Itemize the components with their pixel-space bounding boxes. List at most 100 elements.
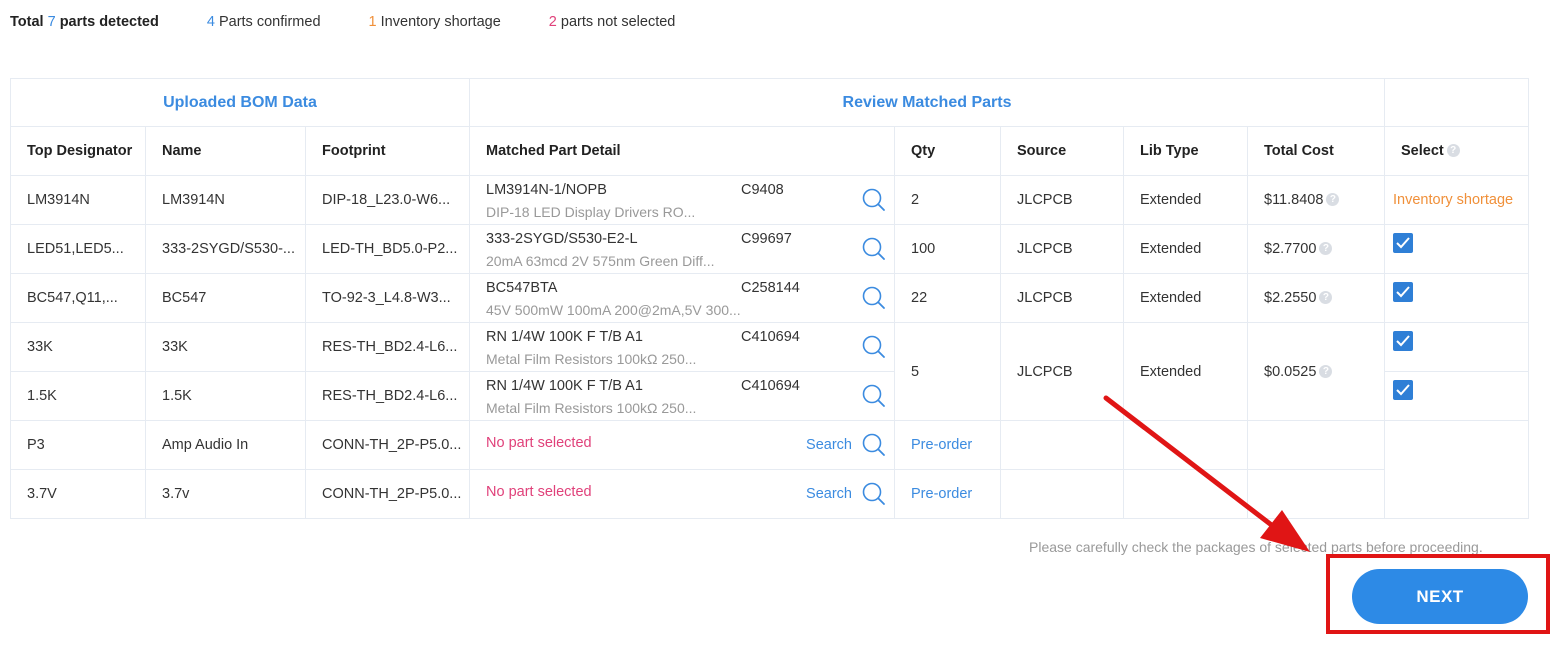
select-checkbox[interactable] <box>1393 380 1413 400</box>
qty-cell: 5 <box>894 322 1001 421</box>
total-prefix: Total <box>10 14 44 30</box>
search-link[interactable]: Search <box>806 486 852 502</box>
part-code: C258144 <box>741 280 800 296</box>
select-cell <box>1384 420 1529 519</box>
total-cost-cell: $2.2550? <box>1247 273 1385 323</box>
no-part-selected-label: No part selected <box>486 435 592 451</box>
lib-type-cell: Extended <box>1123 224 1248 274</box>
empty-group-header <box>1384 78 1529 127</box>
help-icon[interactable]: ? <box>1326 193 1340 206</box>
table-row: LED51,LED5... 333-2SYGD/S530-... LED-TH_… <box>10 224 1529 274</box>
designator-cell: 3.7V <box>10 469 146 519</box>
part-number: RN 1/4W 100K F T/B A1 <box>486 378 643 394</box>
matched-part-cell: No part selected Search <box>469 420 895 470</box>
designator-cell: 33K <box>10 322 146 372</box>
total-cost-value: $11.8408 <box>1264 192 1324 208</box>
select-cell <box>1384 273 1529 323</box>
footprint-cell: DIP-18_L23.0-W6... <box>305 175 470 225</box>
part-number: 333-2SYGD/S530-E2-L <box>486 231 638 247</box>
inventory-shortage-label: Inventory shortage <box>1393 192 1514 208</box>
total-cost-cell: $2.7700? <box>1247 224 1385 274</box>
designator-cell: 1.5K <box>10 371 146 421</box>
source-cell: JLCPCB <box>1000 273 1124 323</box>
total-cost-value: $2.7700 <box>1264 241 1317 257</box>
col-top-designator: Top Designator <box>10 126 146 176</box>
not-selected-count: 2 <box>548 14 557 30</box>
help-icon[interactable]: ? <box>1319 364 1333 378</box>
select-cell: Inventory shortage <box>1384 175 1529 225</box>
help-icon[interactable]: ? <box>1319 242 1333 255</box>
designator-cell: BC547,Q11,... <box>10 273 146 323</box>
qty-cell: 22 <box>894 273 1001 323</box>
part-code: C99697 <box>741 231 792 247</box>
name-cell: 33K <box>145 322 306 372</box>
part-number: LM3914N-1/NOPB <box>486 182 607 198</box>
name-cell: BC547 <box>145 273 306 323</box>
search-icon[interactable] <box>862 286 886 314</box>
total-suffix: parts detected <box>59 14 159 30</box>
part-description: DIP-18 LED Display Drivers RO... <box>486 204 696 220</box>
select-cell <box>1384 371 1529 421</box>
col-footprint: Footprint <box>305 126 470 176</box>
pre-order-link[interactable]: Pre-order <box>911 437 972 453</box>
annotation-arrow-icon <box>1103 395 1310 552</box>
source-cell: JLCPCB <box>1000 175 1124 225</box>
column-header-row: Top Designator Name Footprint Matched Pa… <box>10 126 1529 176</box>
qty-cell: 100 <box>894 224 1001 274</box>
search-icon[interactable] <box>862 384 886 412</box>
table-row: 33K 33K RES-TH_BD2.4-L6... RN 1/4W 100K … <box>10 322 1529 421</box>
part-description: Metal Film Resistors 100kΩ 250... <box>486 400 697 416</box>
name-cell: 3.7v <box>145 469 306 519</box>
total-cost-cell: $11.8408? <box>1247 175 1385 225</box>
select-checkbox[interactable] <box>1393 331 1413 351</box>
search-icon[interactable] <box>862 482 886 510</box>
name-cell: 333-2SYGD/S530-... <box>145 224 306 274</box>
designator-cell: P3 <box>10 420 146 470</box>
select-cell <box>1384 322 1529 372</box>
not-selected-summary: 2 parts not selected <box>549 14 676 30</box>
col-select: Select? <box>1384 126 1529 176</box>
lib-type-cell: Extended <box>1123 273 1248 323</box>
search-icon[interactable] <box>862 188 886 216</box>
search-icon[interactable] <box>862 433 886 461</box>
name-cell: LM3914N <box>145 175 306 225</box>
total-cost-value: $2.2550 <box>1264 290 1317 306</box>
matched-part-cell: BC547BTA C258144 45V 500mW 100mA 200@2mA… <box>469 273 895 323</box>
col-source: Source <box>1000 126 1124 176</box>
pre-order-link[interactable]: Pre-order <box>911 486 972 502</box>
part-code: C410694 <box>741 378 800 394</box>
footprint-cell: TO-92-3_L4.8-W3... <box>305 273 470 323</box>
part-code: C410694 <box>741 329 800 345</box>
col-matched-part-detail: Matched Part Detail <box>469 126 895 176</box>
matched-part-cell: 333-2SYGD/S530-E2-L C99697 20mA 63mcd 2V… <box>469 224 895 274</box>
part-description: 20mA 63mcd 2V 575nm Green Diff... <box>486 253 715 269</box>
footprint-cell: CONN-TH_2P-P5.0... <box>305 469 470 519</box>
qty-cell: Pre-order <box>894 420 1001 470</box>
part-description: Metal Film Resistors 100kΩ 250... <box>486 351 697 367</box>
search-icon[interactable] <box>862 335 886 363</box>
designator-cell: LED51,LED5... <box>10 224 146 274</box>
col-lib-type: Lib Type <box>1123 126 1248 176</box>
total-cost-value: $0.0525 <box>1264 363 1317 380</box>
part-description: 45V 500mW 100mA 200@2mA,5V 300... <box>486 302 741 318</box>
select-checkbox[interactable] <box>1393 282 1413 302</box>
help-icon[interactable]: ? <box>1319 291 1333 304</box>
matched-part-cell: RN 1/4W 100K F T/B A1 C410694 Metal Film… <box>469 322 895 372</box>
confirmed-label: Parts confirmed <box>218 14 321 30</box>
footprint-cell: LED-TH_BD5.0-P2... <box>305 224 470 274</box>
col-total-cost: Total Cost <box>1247 126 1385 176</box>
confirmed-count: 4 <box>206 14 215 30</box>
not-selected-label: parts not selected <box>560 14 676 30</box>
table-row: BC547,Q11,... BC547 TO-92-3_L4.8-W3... B… <box>10 273 1529 323</box>
table-row: LM3914N LM3914N DIP-18_L23.0-W6... LM391… <box>10 175 1529 225</box>
select-checkbox[interactable] <box>1393 233 1413 253</box>
search-link[interactable]: Search <box>806 437 852 453</box>
lib-type-cell: Extended <box>1123 175 1248 225</box>
parts-summary: Total 7 parts detected 4 Parts confirmed… <box>10 14 719 30</box>
help-icon[interactable]: ? <box>1446 144 1460 157</box>
search-icon[interactable] <box>862 237 886 265</box>
footprint-cell: RES-TH_BD2.4-L6... <box>305 371 470 421</box>
name-cell: 1.5K <box>145 371 306 421</box>
matched-part-cell: No part selected Search <box>469 469 895 519</box>
matched-part-cell: RN 1/4W 100K F T/B A1 C410694 Metal Film… <box>469 371 895 421</box>
